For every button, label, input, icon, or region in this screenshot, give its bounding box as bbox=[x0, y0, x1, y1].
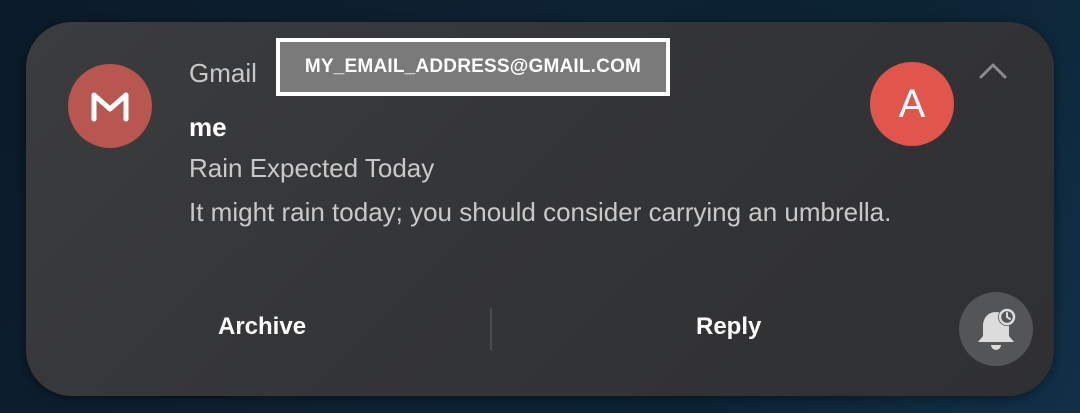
reply-button[interactable]: Reply bbox=[696, 312, 761, 342]
redacted-account-text: MY_EMAIL_ADDRESS@GMAIL.COM bbox=[304, 56, 642, 77]
archive-button[interactable]: Archive bbox=[218, 312, 306, 342]
collapse-button[interactable] bbox=[978, 58, 1008, 82]
notification-card[interactable]: Gmail MY_EMAIL_ADDRESS@GMAIL.COM A me Ra… bbox=[26, 22, 1054, 396]
sender-name: me bbox=[189, 112, 227, 142]
avatar-letter: A bbox=[898, 81, 926, 126]
sender-avatar: A bbox=[870, 62, 954, 146]
gmail-m-icon bbox=[91, 92, 129, 122]
email-subject: Rain Expected Today bbox=[189, 153, 435, 183]
snooze-button[interactable] bbox=[959, 292, 1033, 366]
redacted-account-box: MY_EMAIL_ADDRESS@GMAIL.COM bbox=[276, 38, 670, 96]
gmail-app-icon bbox=[68, 64, 152, 148]
chevron-up-icon bbox=[979, 63, 1007, 79]
email-preview: It might rain today; you should consider… bbox=[189, 197, 892, 227]
bell-snooze-icon bbox=[978, 308, 1016, 350]
action-divider bbox=[490, 308, 492, 350]
app-name: Gmail bbox=[189, 58, 257, 88]
